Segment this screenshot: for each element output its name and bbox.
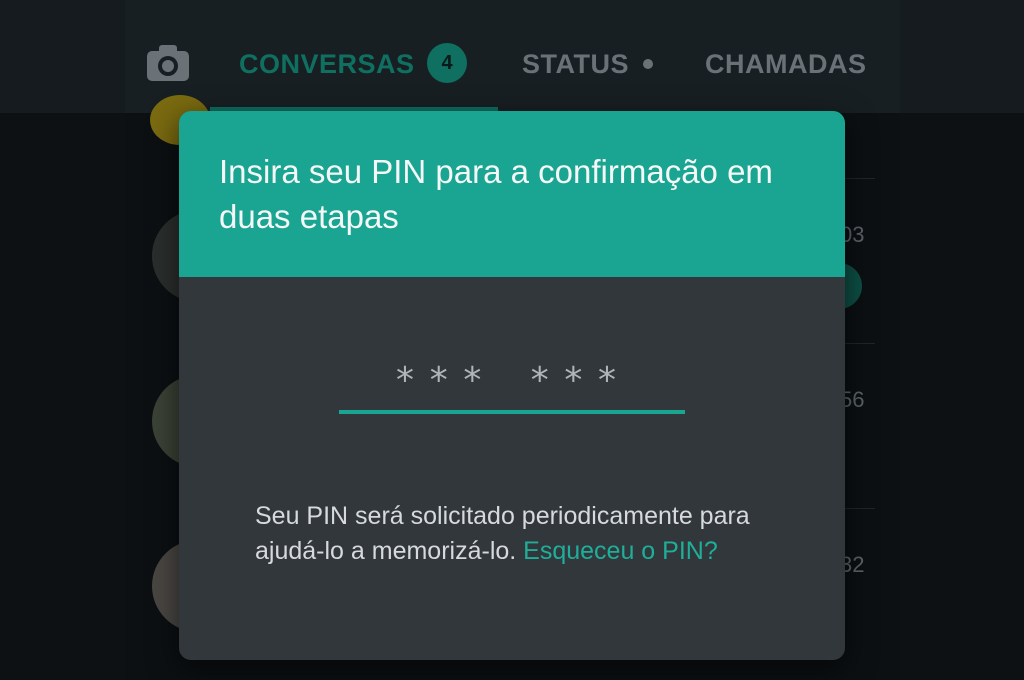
tab-conversas[interactable]: CONVERSAS	[239, 46, 415, 82]
dialog-header: Insira seu PIN para a confirmação em dua…	[179, 111, 845, 277]
list-divider	[845, 178, 875, 179]
pin-input-underline	[339, 410, 685, 414]
status-update-dot	[643, 59, 653, 69]
two-step-pin-dialog: Insira seu PIN para a confirmação em dua…	[179, 111, 845, 660]
unread-count-badge: 4	[427, 43, 467, 83]
list-divider	[845, 343, 875, 344]
forgot-pin-link[interactable]: Esqueceu o PIN?	[523, 537, 718, 565]
pin-mask[interactable]: *** ***	[339, 361, 685, 401]
dialog-title: Insira seu PIN para a confirmação em dua…	[219, 153, 773, 235]
tab-chamadas[interactable]: CHAMADAS	[705, 46, 867, 82]
camera-icon[interactable]	[146, 44, 190, 82]
list-divider	[845, 508, 875, 509]
pin-input[interactable]: *** ***	[339, 361, 685, 414]
tab-status[interactable]: STATUS	[522, 46, 629, 82]
dialog-message: Seu PIN será solicitado periodicamente p…	[255, 499, 775, 569]
screen: CONVERSAS 4 STATUS CHAMADAS 03 56 32 Ins…	[0, 0, 1024, 680]
